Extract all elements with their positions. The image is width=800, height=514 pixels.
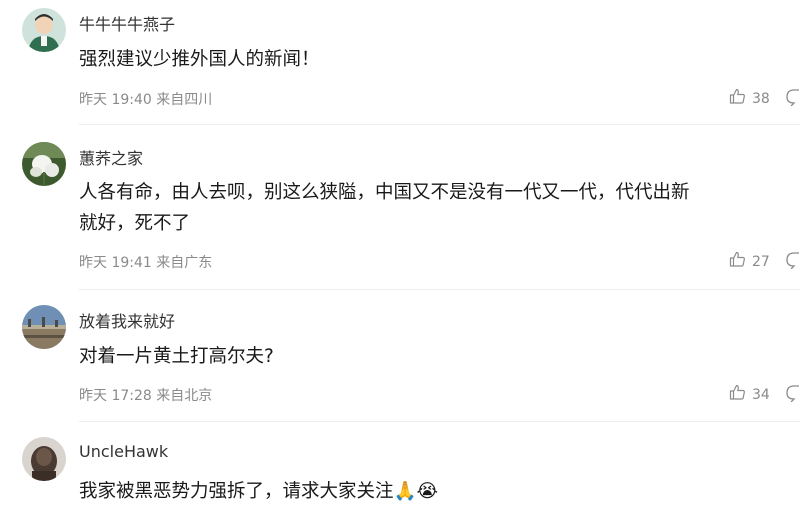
username[interactable]: 放着我来就好 [79,308,175,332]
like-button[interactable]: 34 [729,384,770,405]
thumbs-up-icon [729,88,746,109]
comment-text-line: 对着一片黄土打高尔夫? [79,346,274,367]
avatar[interactable] [22,305,66,349]
comment-item: UncleHawk 我家被黑恶势力强拆了，请求大家关注🙏😭 [0,422,800,514]
comment-meta: 昨天 19:41 来自广东 [79,252,212,272]
avatar[interactable] [22,142,66,186]
username[interactable]: 蕙荞之家 [79,145,143,169]
like-count: 38 [752,90,770,107]
username[interactable]: 牛牛牛牛燕子 [79,11,175,35]
comment-text: 强烈建议少推外国人的新闻！ [79,44,800,75]
speech-bubble-icon[interactable] [786,88,800,110]
comment-location: 来自四川 [156,92,213,108]
avatar[interactable] [22,8,66,52]
like-button[interactable]: 27 [729,251,770,272]
comment-text-line: 就好，死不了 [79,213,191,234]
comment-item: 放着我来就好 对着一片黄土打高尔夫? 昨天 17:28 来自北京 34 [0,290,800,420]
comment-location: 来自广东 [156,255,213,271]
username[interactable]: UncleHawk [79,442,168,461]
comment-text-line: 我家被黑恶势力强拆了，请求大家关注🙏😭 [79,481,439,502]
comment-text-line: 人各有命，由人去呗，别这么狭隘，中国又不是没有一代又一代，代代出新 [79,182,690,203]
comment-meta: 昨天 19:40 来自四川 [79,89,212,109]
like-count: 34 [752,386,770,403]
speech-bubble-icon[interactable] [786,251,800,273]
thumbs-up-icon [729,384,746,405]
like-button[interactable]: 38 [729,88,770,109]
comment-meta: 昨天 17:28 来自北京 [79,385,212,405]
comment-text: 我家被黑恶势力强拆了，请求大家关注🙏😭 [79,476,800,507]
comment-text: 人各有命，由人去呗，别这么狭隘，中国又不是没有一代又一代，代代出新 就好，死不了 [79,177,800,239]
comment-time: 昨天 19:40 [79,92,152,108]
comment-time: 昨天 19:41 [79,255,152,271]
like-count: 27 [752,253,770,270]
avatar[interactable] [22,437,66,481]
thumbs-up-icon [729,251,746,272]
comment-text-line: 强烈建议少推外国人的新闻！ [79,49,320,70]
speech-bubble-icon[interactable] [786,384,800,406]
comment-text: 对着一片黄土打高尔夫? [79,341,800,372]
comment-time: 昨天 17:28 [79,388,152,404]
comment-location: 来自北京 [156,388,213,404]
comment-item: 牛牛牛牛燕子 强烈建议少推外国人的新闻！ 昨天 19:40 来自四川 38 [0,0,800,124]
comment-item: 蕙荞之家 人各有命，由人去呗，别这么狭隘，中国又不是没有一代又一代，代代出新 就… [0,125,800,289]
